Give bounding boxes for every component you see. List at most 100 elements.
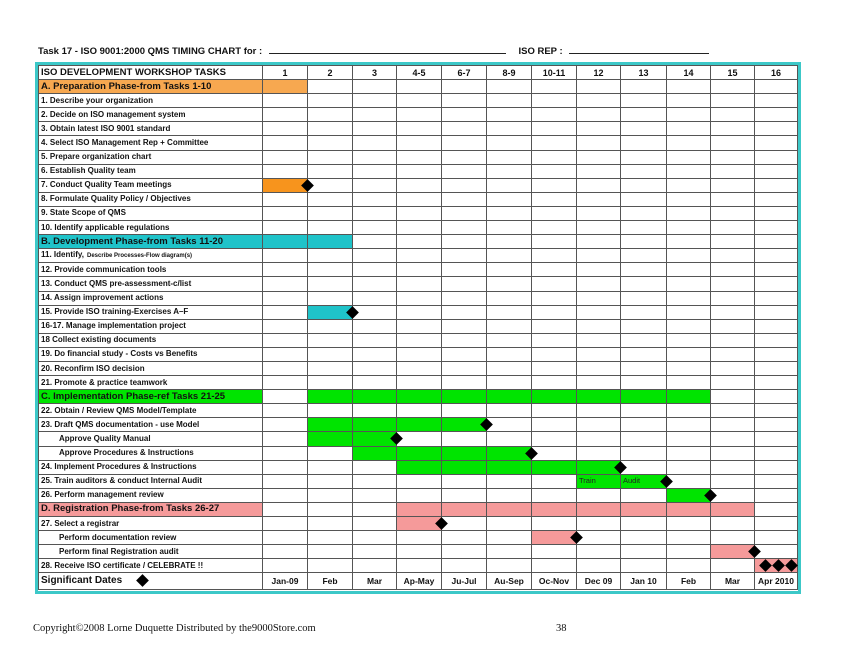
timeline-cell (486, 473, 532, 489)
gantt-bar-segment (307, 431, 353, 447)
timeline-cell (352, 248, 397, 264)
task-label-text: 25. Train auditors & conduct Internal Au… (41, 476, 203, 486)
task-label-text: B. Development Phase-from Tasks 11-20 (41, 235, 223, 247)
task-row: 23. Draft QMS documentation - use Model (38, 417, 798, 433)
timeline-cell (666, 149, 711, 165)
timeline-cell (666, 93, 711, 109)
timeline-cell (262, 530, 308, 546)
timeline-cell (262, 501, 308, 518)
gantt-bar-segment (262, 79, 308, 95)
timeline-cell (352, 79, 397, 95)
timeline-cell (396, 346, 442, 362)
timeline-cell (754, 177, 798, 193)
timeline-cell (486, 375, 532, 391)
timeline-cell (486, 205, 532, 222)
task-label: 14. Assign improvement actions (38, 290, 263, 306)
gantt-bar-segment (352, 431, 403, 447)
timeline-cell (396, 530, 442, 546)
timeline-cell (576, 107, 621, 123)
timeline-cell (620, 220, 667, 236)
timeline-cell (352, 558, 397, 574)
gantt-bar-segment (352, 445, 397, 461)
timeline-cell (262, 417, 308, 433)
gantt-bar-segment (710, 544, 761, 560)
iso-rep-blank[interactable] (569, 44, 710, 54)
timeline-cell (576, 375, 621, 391)
timeline-cell (396, 205, 442, 222)
timeline-cell (441, 558, 487, 574)
gantt-bar-segment (307, 417, 353, 433)
timeline-cell (531, 234, 577, 250)
timeline-cell (307, 163, 353, 179)
timeline-cell (307, 487, 353, 503)
task-label-text: 6. Establish Quality team (41, 166, 136, 176)
task-label: 19. Do financial study - Costs vs Benefi… (38, 346, 263, 362)
timeline-cell (352, 375, 397, 391)
timeline-cell (620, 346, 667, 362)
timeline-cell (531, 487, 577, 503)
legend-diamond-icon (136, 574, 150, 588)
task-label-text: 2. Decide on ISO management system (41, 109, 186, 119)
date-cell: Jan-09 (262, 572, 308, 591)
timeline-cell (710, 558, 755, 574)
timeline-cell (396, 234, 442, 250)
timeline-cell (666, 530, 711, 546)
timeline-cell (531, 318, 577, 334)
timeline-cell (441, 163, 487, 179)
timeline-cell (352, 530, 397, 546)
timeline-cell (754, 332, 798, 348)
task-label-text: 13. Conduct QMS pre-assessment-c/list (41, 278, 192, 288)
timeline-cell (486, 276, 532, 292)
timeline-cell (352, 121, 397, 137)
timeline-cell (754, 375, 798, 391)
timeline-cell (576, 234, 621, 250)
task-row: 7. Conduct Quality Team meetings (38, 177, 798, 193)
period-header: 16 (754, 64, 798, 81)
task-row: 8. Formulate Quality Policy / Objectives (38, 191, 798, 207)
timeline-cell (620, 262, 667, 278)
timeline-cell (262, 318, 308, 334)
period-header: 13 (620, 64, 667, 81)
timeline-cell (754, 431, 798, 447)
chart-title-line: Task 17 - ISO 9001:2000 QMS TIMING CHART… (38, 44, 710, 57)
task-label: 25. Train auditors & conduct Internal Au… (38, 473, 263, 489)
timeline-cell (396, 318, 442, 334)
timeline-cell (441, 515, 487, 532)
timeline-cell (710, 375, 755, 391)
timeline-cell (307, 515, 353, 532)
company-name-blank[interactable] (268, 44, 506, 54)
timeline-cell (576, 332, 621, 348)
timeline-cell (620, 234, 667, 250)
timeline-cell (666, 177, 711, 193)
timeline-cell (441, 234, 487, 250)
timeline-cell (531, 290, 577, 306)
gantt-bar-segment (441, 459, 487, 475)
date-cell: Feb (307, 572, 353, 591)
timeline-cell (754, 459, 798, 475)
phase-label: A. Preparation Phase-from Tasks 1-10 (38, 79, 263, 95)
period-header: 1 (262, 64, 308, 81)
timeline-cell (576, 318, 621, 334)
timeline-cell (486, 121, 532, 137)
timeline-cell (396, 332, 442, 348)
timeline-cell (486, 177, 532, 193)
timeline-cell (441, 431, 487, 447)
timeline-cell (754, 107, 798, 123)
timeline-cell (352, 191, 397, 207)
timeline-cell (396, 79, 442, 95)
timeline-cell (666, 403, 711, 419)
phase-row: D. Registration Phase-from Tasks 26-27 (38, 501, 798, 518)
timeline-cell (352, 135, 397, 151)
timeline-cell (307, 318, 353, 334)
timeline-cell (576, 544, 621, 560)
timeline-cell (576, 220, 621, 236)
date-cell: Au-Sep (486, 572, 532, 591)
task-row: 24. Implement Procedures & Instructions (38, 459, 798, 475)
gantt-bar-segment (576, 389, 621, 405)
timeline-cell (307, 332, 353, 348)
task-label-text: 5. Prepare organization chart (41, 152, 152, 162)
timeline-cell (620, 318, 667, 334)
timeline-cell (352, 220, 397, 236)
timeline-cell (396, 544, 442, 560)
timeline-cell (486, 403, 532, 419)
